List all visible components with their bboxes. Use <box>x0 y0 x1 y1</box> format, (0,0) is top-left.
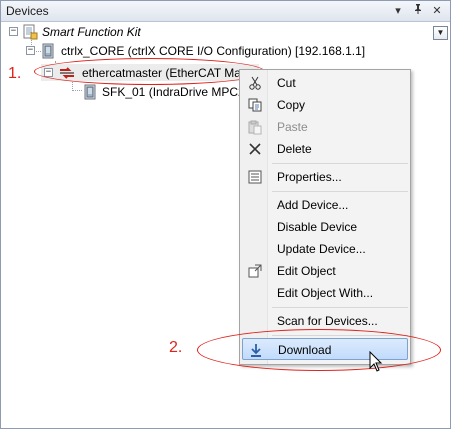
edit-object-icon <box>247 263 263 279</box>
context-menu: Cut Copy Paste Delete Properties... Add … <box>239 69 411 365</box>
menu-item-edit-object[interactable]: Edit Object <box>242 260 408 282</box>
close-icon[interactable]: ✕ <box>429 3 445 19</box>
panel-title: Devices <box>6 4 49 18</box>
annotation-ellipse-1 <box>34 58 265 85</box>
annotation-step-1: 1. <box>8 65 22 82</box>
controller-expander[interactable]: − <box>26 46 35 55</box>
annotation-ellipse-2 <box>197 329 441 371</box>
menu-item-disable-device[interactable]: Disable Device <box>242 216 408 238</box>
root-expander[interactable]: − <box>9 27 18 36</box>
menu-separator <box>272 163 408 164</box>
menu-item-add-device[interactable]: Add Device... <box>242 194 408 216</box>
pin-icon[interactable] <box>410 3 426 19</box>
properties-icon <box>247 169 263 185</box>
menu-item-delete[interactable]: Delete <box>242 138 408 160</box>
menu-item-cut[interactable]: Cut <box>242 72 408 94</box>
annotation-step-2: 2. <box>169 339 183 356</box>
tree-node-root-label[interactable]: Smart Function Kit <box>42 24 141 40</box>
tree-node-slave-label[interactable]: SFK_01 (IndraDrive MPC20/2 <box>102 84 261 100</box>
menu-separator <box>272 191 408 192</box>
menu-item-paste[interactable]: Paste <box>242 116 408 138</box>
delete-icon <box>247 141 263 157</box>
menu-item-edit-object-with[interactable]: Edit Object With... <box>242 282 408 304</box>
menu-item-properties[interactable]: Properties... <box>242 166 408 188</box>
paste-icon <box>247 119 263 135</box>
mouse-cursor-icon <box>369 350 383 373</box>
devices-panel-titlebar: Devices ▾ ✕ <box>1 1 450 22</box>
devices-panel: Devices ▾ ✕ ▼ − Smart Function Kit − ctr… <box>0 0 451 429</box>
menu-item-copy[interactable]: Copy <box>242 94 408 116</box>
panel-options-chevron-down-icon[interactable]: ▾ <box>390 3 406 19</box>
menu-item-update-device[interactable]: Update Device... <box>242 238 408 260</box>
controller-device-icon <box>40 43 56 59</box>
copy-icon <box>247 97 263 113</box>
cut-icon <box>247 75 263 91</box>
menu-separator <box>272 307 408 308</box>
project-icon <box>22 24 38 40</box>
drive-device-icon <box>82 84 98 100</box>
tree-node-controller-label[interactable]: ctrlx_CORE (ctrlX CORE I/O Configuration… <box>61 43 365 59</box>
